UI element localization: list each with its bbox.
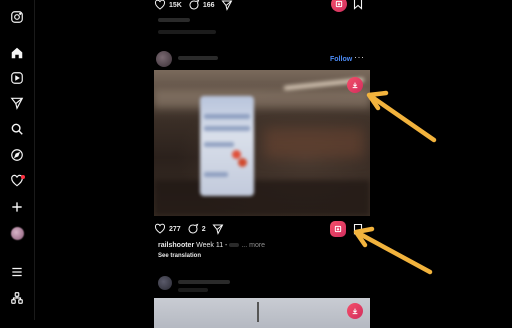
home-icon[interactable] [9,45,25,61]
feed-column: 15K 166 Follow ··· 277 2 railshooter Wee… [154,0,370,328]
like-count: 277 [169,225,181,233]
arrow-to-image-download [366,90,437,143]
phone-in-photo [200,96,254,196]
comment-count: 2 [201,225,206,233]
share-button[interactable] [212,223,224,235]
share-icon [212,224,223,235]
more-options-button[interactable]: ··· [354,52,365,62]
instagram-logo-icon[interactable] [9,9,25,25]
bookmark-icon-top[interactable] [352,0,364,10]
blurred-username-top [158,18,190,22]
download-icon [335,0,343,8]
comment-icon [189,0,200,10]
comment-button[interactable]: 2 [187,223,206,235]
caption-more-link[interactable]: ... more [241,242,265,249]
profile-avatar[interactable] [9,225,25,241]
blurred-next-post-author [178,280,230,284]
create-plus-icon[interactable] [9,199,25,215]
next-post-avatar[interactable] [158,276,172,290]
comment-button-top[interactable]: 166 [188,0,215,11]
like-count: 15K [169,1,182,9]
download-icon [352,308,358,315]
follow-button[interactable]: Follow [330,56,352,63]
download-button-image[interactable] [347,77,363,93]
sidebar-nav [0,0,35,320]
blurred-next-post-location [178,288,208,292]
explore-icon[interactable] [9,147,25,163]
reels-icon[interactable] [9,70,25,86]
post-author-avatar[interactable] [156,51,172,67]
comment-count: 166 [202,1,215,9]
tower-in-photo [257,302,259,322]
blurred-caption-top [158,30,216,34]
heart-icon [154,223,166,234]
bookmark-icon[interactable] [352,223,364,235]
direct-messages-icon[interactable] [9,95,25,111]
caption-text: Week 11 - [194,242,230,249]
heart-icon [154,0,166,10]
blurred-post-author [178,56,218,60]
like-button[interactable]: 277 [154,223,181,235]
download-button-next-post[interactable] [347,303,363,319]
search-icon[interactable] [9,121,25,137]
post-image[interactable] [154,70,370,216]
menu-icon[interactable] [9,264,25,280]
download-icon [334,225,342,233]
caption-username[interactable]: railshooter [158,242,194,249]
share-icon [221,0,232,11]
comment-icon [188,223,199,234]
download-icon [352,82,358,89]
next-post-image[interactable] [154,298,370,328]
download-button-action-bar[interactable] [330,221,346,237]
notification-dot [21,175,25,179]
post-caption: railshooter Week 11 - ... more [158,242,265,249]
share-button-top[interactable] [221,0,233,11]
like-button-top[interactable]: 15K [154,0,182,11]
see-translation-link[interactable]: See translation [158,253,201,259]
threads-also-from-meta-icon[interactable] [9,290,25,306]
